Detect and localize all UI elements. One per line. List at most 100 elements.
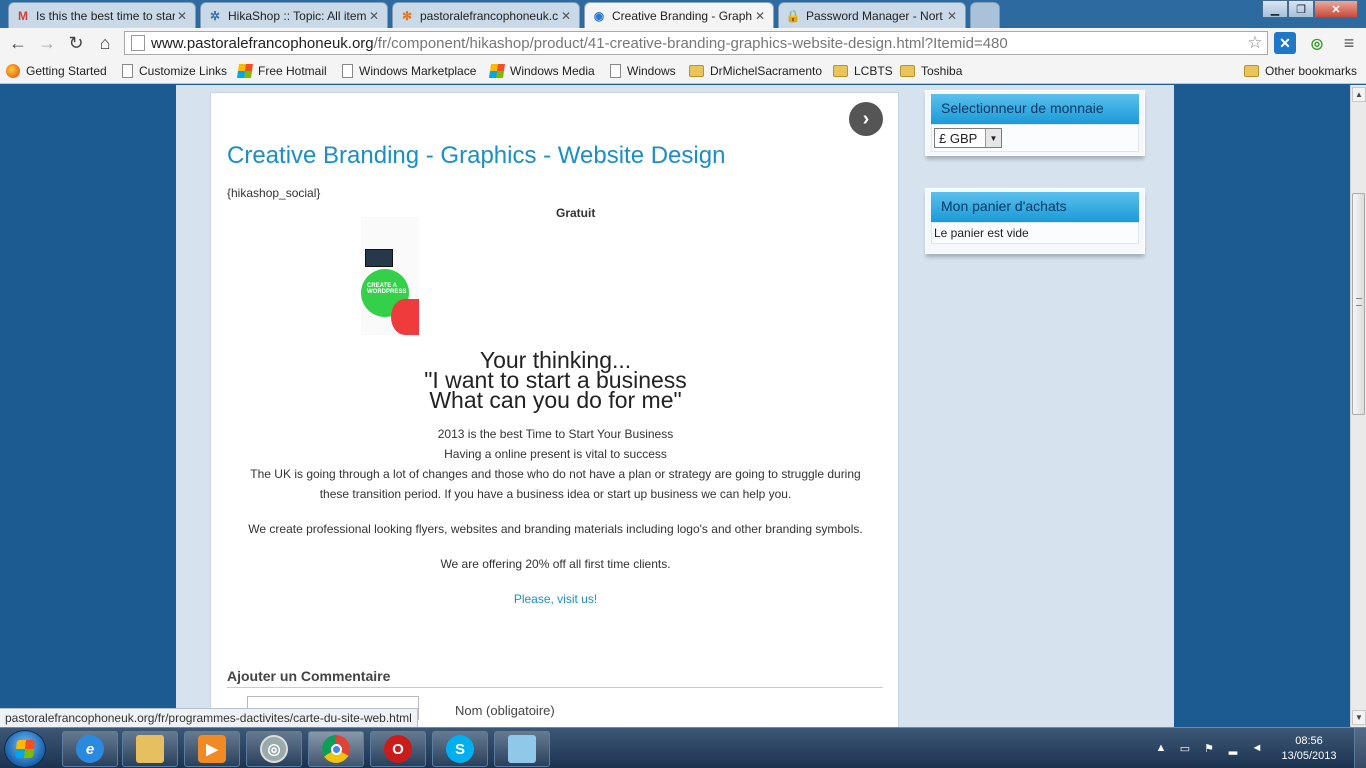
url-path: /fr/component/hikashop/product/41-creati… <box>373 34 1008 52</box>
next-product-button[interactable]: › <box>849 102 883 136</box>
bookmark-other-bookmarks[interactable]: Other bookmarks <box>1244 62 1357 80</box>
home-button[interactable]: ⌂ <box>93 31 117 55</box>
system-clock[interactable]: 08:56 13/05/2013 <box>1278 734 1340 764</box>
show-hidden-icons-icon[interactable]: ▲ <box>1154 741 1168 755</box>
tab-label: Creative Branding - Graph <box>612 8 753 23</box>
network-icon[interactable]: ▂ <box>1226 741 1240 755</box>
action-center-icon[interactable]: ⚑ <box>1202 741 1216 755</box>
gmail-icon: M <box>18 8 28 23</box>
description-line: The UK is going through a lot of changes… <box>250 467 861 481</box>
bookmark-label: Getting Started <box>26 64 107 78</box>
start-button[interactable] <box>4 730 46 768</box>
description-line: Having a online present is vital to succ… <box>444 447 667 461</box>
description-line: these transition period. If you have a b… <box>319 487 792 501</box>
offer-text: We are offering 20% off all first time c… <box>440 557 671 571</box>
extension-icon[interactable]: ◎ <box>1306 32 1328 54</box>
tab-hikashop[interactable]: ✲ HikaShop :: Topic: All item ✕ <box>200 2 388 28</box>
taskbar-app[interactable]: ◎ <box>246 731 302 767</box>
bookmark-windows-marketplace[interactable]: Windows Marketplace <box>342 62 476 80</box>
folder-icon <box>900 65 915 77</box>
currency-value: £ GBP <box>939 130 978 146</box>
address-bar[interactable]: www.pastoralefrancophoneuk.org/fr/compon… <box>124 31 1268 55</box>
tab-creative-branding[interactable]: ◉ Creative Branding - Graph ✕ <box>584 2 774 28</box>
skype-icon: S <box>446 735 474 763</box>
description-line: 2013 is the best Time to Start Your Busi… <box>437 427 674 441</box>
close-icon[interactable]: ✕ <box>945 9 959 23</box>
tab-label: pastoralefrancophoneuk.c <box>420 8 559 23</box>
bookmark-label: LCBTS <box>854 64 893 78</box>
tab-strip: M Is this the best time to star ✕ ✲ Hika… <box>0 0 1366 28</box>
tab-password-manager[interactable]: 🔒 Password Manager - Nort ✕ <box>778 2 966 28</box>
taskbar-chrome[interactable] <box>308 731 364 767</box>
cart-widget: Mon panier d'achats Le panier est vide <box>925 188 1145 254</box>
new-tab-button[interactable] <box>970 2 1000 28</box>
close-icon[interactable]: ✕ <box>559 9 573 23</box>
web-icon: ◉ <box>593 8 605 23</box>
taskbar-internet-explorer[interactable]: e <box>62 731 118 767</box>
close-icon[interactable]: ✕ <box>367 9 381 23</box>
currency-widget: Selectionneur de monnaie £ GBP ▼ <box>925 90 1145 156</box>
folder-icon <box>689 65 704 77</box>
bookmark-windows[interactable]: Windows <box>610 62 676 80</box>
bookmark-free-hotmail[interactable]: Free Hotmail <box>237 62 327 80</box>
forward-button[interactable]: → <box>35 31 59 55</box>
scroll-up-arrow-icon[interactable]: ▲ <box>1352 87 1366 102</box>
image-caption: CREATE A WORDPRESS <box>367 283 407 295</box>
lock-icon: 🔒 <box>785 8 801 23</box>
visit-us-link[interactable]: Please, visit us! <box>211 592 900 606</box>
battery-icon[interactable]: ▭ <box>1178 741 1192 755</box>
volume-icon[interactable]: ◄ <box>1250 741 1264 755</box>
bookmark-windows-media[interactable]: Windows Media <box>489 62 595 80</box>
product-content: › Creative Branding - Graphics - Website… <box>210 92 899 727</box>
tab-label: Password Manager - Nort <box>806 8 943 23</box>
bookmark-label: Customize Links <box>139 64 228 78</box>
close-icon[interactable]: ✕ <box>175 9 189 23</box>
windows-icon <box>489 64 505 78</box>
menu-icon[interactable]: ≡ <box>1338 32 1360 54</box>
chevron-down-icon[interactable]: ▼ <box>985 129 1001 147</box>
taskbar-opera[interactable]: O <box>370 731 426 767</box>
name-field-label: Nom (obligatoire) <box>455 703 555 718</box>
bookmark-star-icon[interactable]: ☆ <box>1243 33 1267 53</box>
bookmark-customize-links[interactable]: Customize Links <box>122 62 227 80</box>
status-bubble: pastoralefrancophoneuk.org/fr/programmes… <box>0 708 418 727</box>
bookmark-toshiba[interactable]: Toshiba <box>900 62 962 80</box>
bookmark-drmichelsacramento[interactable]: DrMichelSacramento <box>689 62 822 80</box>
reload-button[interactable]: ↻ <box>64 31 88 55</box>
windows-icon <box>237 64 253 78</box>
windows-logo-icon <box>15 740 35 758</box>
tab-joomla[interactable]: ✻ pastoralefrancophoneuk.c ✕ <box>392 2 580 28</box>
clock-date: 13/05/2013 <box>1281 750 1337 762</box>
bookmark-label: Toshiba <box>921 64 963 78</box>
vertical-scrollbar[interactable]: ▲ ▼ <box>1350 85 1366 727</box>
taskbar-file-explorer[interactable] <box>122 731 178 767</box>
currency-select[interactable]: £ GBP ▼ <box>934 128 1002 148</box>
close-window-button[interactable]: ✕ <box>1314 0 1358 18</box>
taskbar-app[interactable] <box>494 731 550 767</box>
scrollbar-thumb[interactable] <box>1352 193 1365 415</box>
scroll-down-arrow-icon[interactable]: ▼ <box>1352 710 1366 725</box>
page-wrapper: › Creative Branding - Graphics - Website… <box>176 85 1174 727</box>
bookmarks-bar: Getting Started Customize Links Free Hot… <box>0 58 1366 84</box>
browser-toolbar: ← → ↻ ⌂ www.pastoralefrancophoneuk.org/f… <box>0 28 1366 58</box>
product-image[interactable]: CREATE A WORDPRESS <box>361 217 419 335</box>
bookmark-getting-started[interactable]: Getting Started <box>6 62 107 80</box>
show-desktop-button[interactable] <box>1354 728 1366 768</box>
minimize-button[interactable]: ▁ <box>1262 0 1288 18</box>
cart-widget-title: Mon panier d'achats <box>931 192 1139 222</box>
firefox-icon <box>6 64 20 78</box>
red-circle-graphic <box>391 299 419 335</box>
close-icon[interactable]: ✕ <box>753 9 767 23</box>
bookmark-lcbts[interactable]: LCBTS <box>833 62 893 80</box>
clock-time: 08:56 <box>1295 735 1323 747</box>
maximize-button[interactable]: ❐ <box>1288 0 1314 18</box>
bookmark-label: Windows <box>627 64 676 78</box>
media-player-icon: ▶ <box>198 735 226 763</box>
headline-line: What can you do for me" <box>429 387 682 413</box>
url-text[interactable]: www.pastoralefrancophoneuk.org/fr/compon… <box>151 35 1243 52</box>
taskbar-skype[interactable]: S <box>432 731 488 767</box>
taskbar-media-player[interactable]: ▶ <box>184 731 240 767</box>
back-button[interactable]: ← <box>6 31 30 55</box>
tab-gmail[interactable]: M Is this the best time to star ✕ <box>8 2 196 28</box>
extension-icon[interactable]: ✕ <box>1274 32 1296 54</box>
